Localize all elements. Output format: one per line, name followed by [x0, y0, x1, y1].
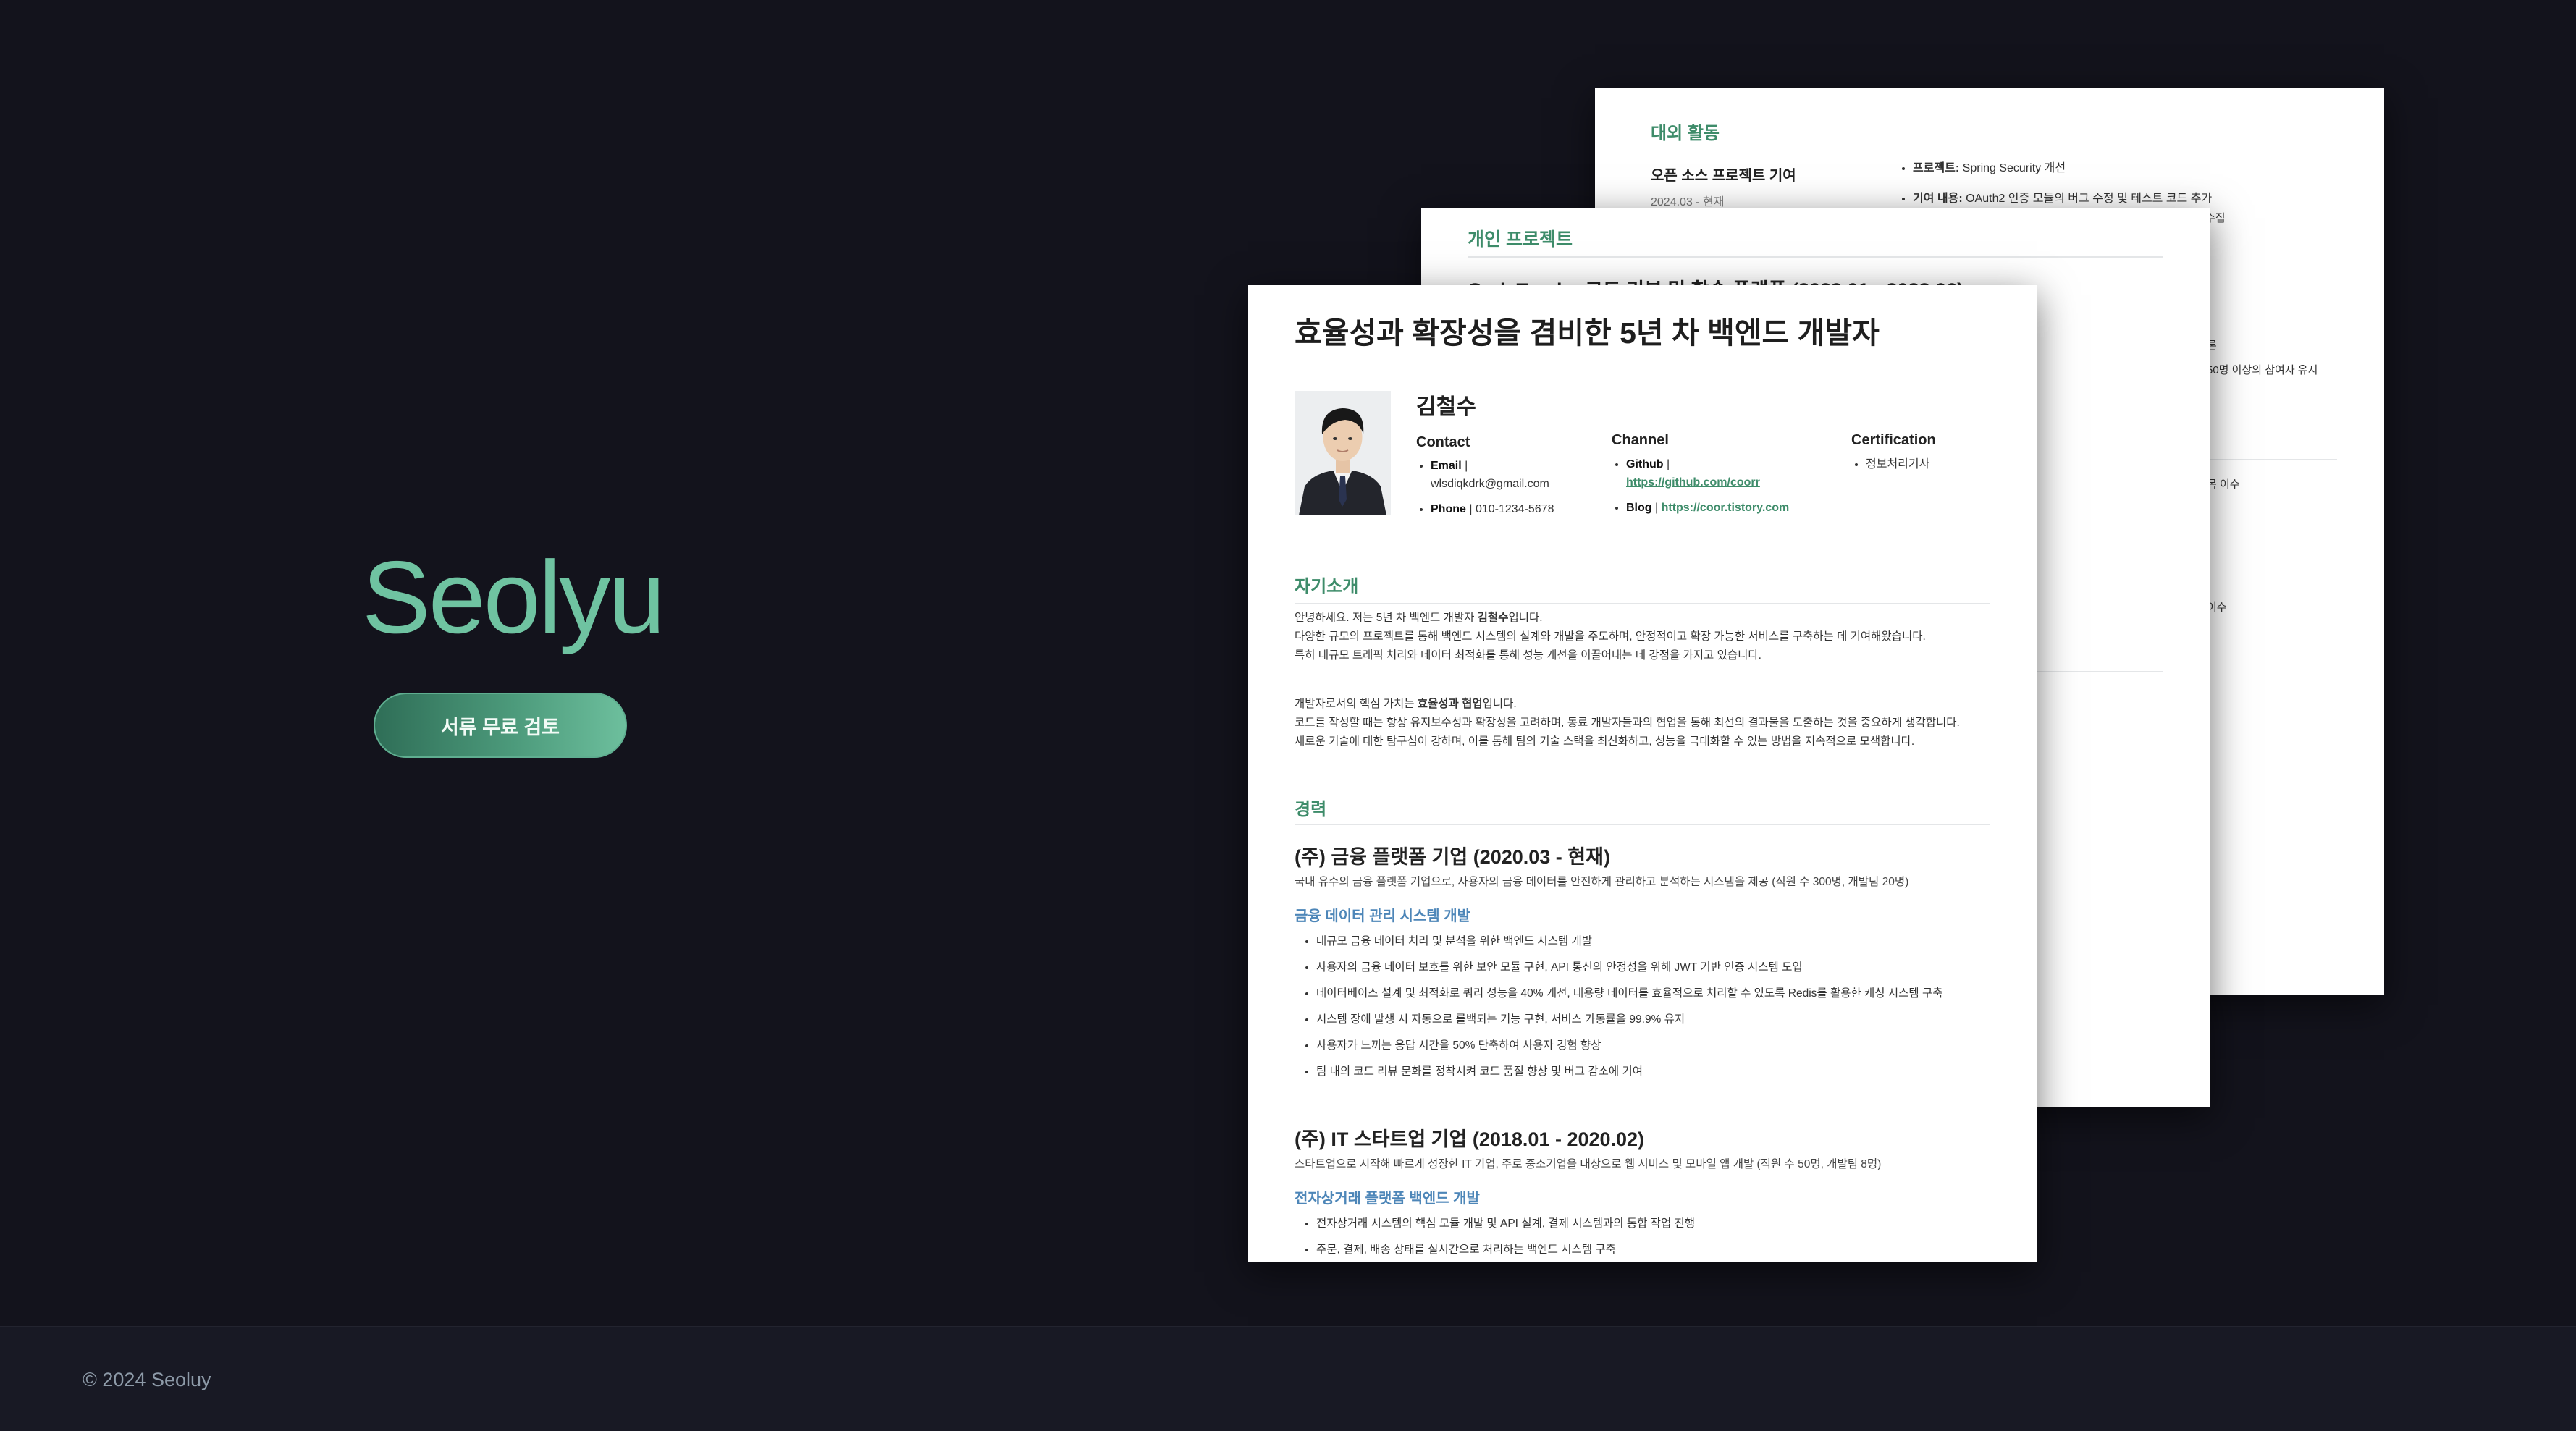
blog-link[interactable]: https://coor.tistory.com [1662, 502, 1790, 514]
job2-bullets: 전자상거래 시스템의 핵심 모듈 개발 및 API 설계, 결제 시스템과의 통… [1295, 1215, 1695, 1262]
activity-name: 오픈 소스 프로젝트 기여 [1651, 168, 1796, 184]
channel-heading: Channel [1612, 432, 1669, 448]
divider [1295, 824, 1990, 825]
list-item: 사용자가 느끼는 응답 시간을 50% 단축하여 사용자 경험 향상 [1316, 1037, 1942, 1063]
list-item: 데이터베이스 설계 및 최적화로 쿼리 성능을 40% 개선, 대용량 데이터를… [1316, 984, 1942, 1010]
project-subtitle: 전자상거래 플랫폼 백엔드 개발 [1295, 1191, 1480, 1207]
list-item: 전자상거래 시스템의 핵심 모듈 개발 및 API 설계, 결제 시스템과의 통… [1316, 1215, 1695, 1241]
section-title-activities: 대외 활동 [1651, 124, 1720, 143]
email-item: Email |wlsdiqkdrk@gmail.com [1431, 457, 1597, 494]
divider [1295, 603, 1990, 604]
intro-paragraph-1: 안녕하세요. 저는 5년 차 백엔드 개발자 김철수입니다. 다양한 규모의 프… [1295, 612, 1926, 662]
brand-logo-text: Seolyu [362, 540, 665, 655]
resume-headline: 효율성과 확장성을 겸비한 5년 차 백엔드 개발자 [1295, 316, 1880, 350]
section-title-intro: 자기소개 [1295, 577, 1359, 596]
activity-date: 2024.03 - 현재 [1651, 196, 1725, 208]
text-fragment: 목 이수 [2207, 478, 2240, 491]
certification-heading: Certification [1851, 432, 1936, 448]
certification-list: 정보처리기사 [1851, 456, 2011, 481]
company-description: 스타트업으로 시작해 빠르게 성장한 IT 기업, 주로 중소기업을 대상으로 … [1295, 1158, 1882, 1170]
resume-page-main: 효율성과 확장성을 겸비한 5년 차 백엔드 개발자 김철수 Contact E… [1248, 285, 2037, 1262]
list-item: 정보처리기사 [1866, 456, 2011, 474]
copyright-text: © 2024 Seoluy [83, 1369, 211, 1390]
intro-paragraph-2: 개발자로서의 핵심 가치는 효율성과 협업입니다. 코드를 작성할 때는 항상 … [1295, 698, 1960, 748]
channel-list: Github |https://github.com/coorr Blog | … [1612, 456, 1843, 524]
section-title-career: 경력 [1295, 800, 1327, 819]
list-item: 프로젝트: Spring Security 개선 [1913, 158, 2212, 175]
company-title: (주) IT 스타트업 기업 (2018.01 - 2020.02) [1295, 1128, 1645, 1150]
contact-heading: Contact [1416, 434, 1470, 450]
phone-item: Phone | 010-1234-5678 [1431, 501, 1597, 519]
section-title-projects: 개인 프로젝트 [1468, 229, 1573, 250]
divider [2207, 459, 2337, 460]
list-item: 사용자의 금융 데이터 보호를 위한 보안 모듈 구현, API 통신의 안정성… [1316, 958, 1942, 984]
candidate-name: 김철수 [1416, 395, 1476, 419]
company-title: (주) 금융 플랫폼 기업 (2020.03 - 현재) [1295, 846, 1610, 868]
project-subtitle: 금융 데이터 관리 시스템 개발 [1295, 908, 1471, 924]
list-item: 팀 내의 코드 리뷰 문화를 정착시켜 코드 품질 향상 및 버그 감소에 기여 [1316, 1063, 1942, 1089]
free-review-button[interactable]: 서류 무료 검토 [374, 693, 627, 758]
profile-photo [1295, 391, 1391, 515]
email-value[interactable]: wlsdiqkdrk@gmail.com [1431, 478, 1549, 490]
github-link[interactable]: https://github.com/coorr [1626, 476, 1760, 489]
list-item: 대규모 금융 데이터 처리 및 분석을 위한 백엔드 시스템 개발 [1316, 932, 1942, 958]
job1-bullets: 대규모 금융 데이터 처리 및 분석을 위한 백엔드 시스템 개발 사용자의 금… [1295, 932, 1942, 1089]
list-item: 시스템 장애 발생 시 자동으로 롤백되는 기능 구현, 서비스 가동률을 99… [1316, 1010, 1942, 1037]
text-fragment: 50명 이상의 참여자 유지 [2207, 364, 2318, 376]
divider [1468, 256, 2163, 258]
list-item: 기여 내용: OAuth2 인증 모듈의 버그 수정 및 테스트 코드 추가 [1913, 188, 2212, 206]
blog-item: Blog | https://coor.tistory.com [1626, 499, 1843, 518]
list-item: 주문, 결제, 배송 상태를 실시간으로 처리하는 백엔드 시스템 구축 [1316, 1241, 1695, 1262]
contact-list: Email |wlsdiqkdrk@gmail.com Phone | 010-… [1416, 457, 1597, 525]
github-item: Github |https://github.com/coorr [1626, 456, 1843, 492]
company-description: 국내 유수의 금융 플랫폼 기업으로, 사용자의 금융 데이터를 안전하게 관리… [1295, 876, 1909, 888]
footer: © 2024 Seoluy [0, 1326, 2576, 1431]
